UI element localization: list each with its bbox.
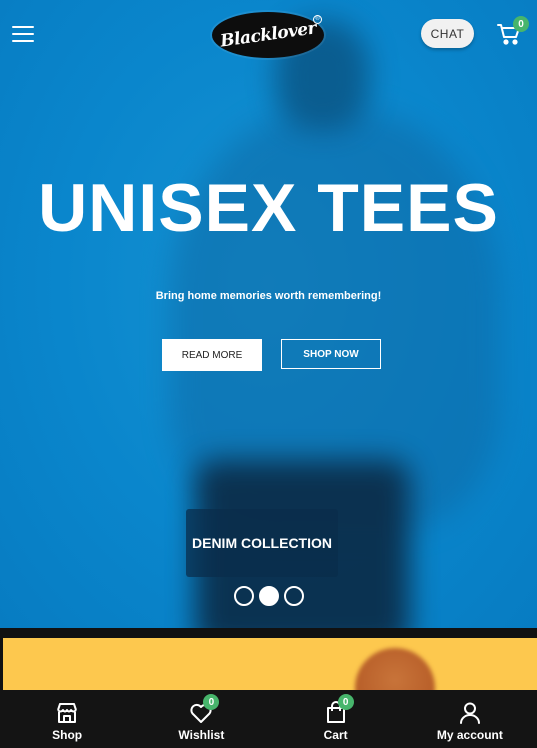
shopping-bag-icon: 0 (323, 694, 354, 726)
nav-item-cart[interactable]: 0 Cart (269, 690, 403, 748)
heart-icon: 0 (188, 694, 220, 726)
nav-item-wishlist[interactable]: 0 Wishlist (134, 690, 268, 748)
hero-title: UNISEX TEES (38, 170, 499, 246)
slider-dot-1[interactable] (234, 586, 254, 606)
store-icon (54, 700, 80, 726)
nav-label-my-account: My account (436, 728, 503, 742)
header-cart-count-badge: 0 (513, 16, 529, 32)
nav-label-cart: Cart (323, 728, 348, 742)
header-cart-button[interactable]: 0 (496, 16, 529, 47)
nav-item-shop[interactable]: Shop (0, 690, 134, 748)
cart-count-badge: 0 (337, 694, 354, 710)
denim-collection-button[interactable]: DENIM COLLECTION (186, 509, 338, 577)
nav-label-shop: Shop (52, 728, 83, 742)
hero-slider: Blacklover ® CHAT 0 UNISEX TEES Bring ho… (0, 0, 537, 628)
hero-subtitle: Bring home memories worth remembering! (155, 290, 382, 302)
chat-button[interactable]: CHAT (421, 19, 474, 48)
secondary-banner-image[interactable] (3, 638, 537, 728)
slider-dot-2[interactable] (259, 586, 279, 606)
slider-pagination (234, 586, 304, 606)
nav-label-wishlist: Wishlist (178, 728, 225, 742)
read-more-button[interactable]: READ MORE (162, 339, 262, 371)
shop-now-button[interactable]: SHOP NOW (281, 339, 381, 369)
brand-logo[interactable]: Blacklover ® (212, 12, 324, 58)
bottom-navigation: Shop 0 Wishlist 0 Cart My account (0, 690, 537, 748)
registered-mark: ® (313, 15, 322, 24)
nav-item-my-account[interactable]: My account (403, 690, 537, 748)
user-icon (457, 700, 483, 726)
logo-text: Blacklover (218, 18, 318, 52)
hamburger-menu-icon[interactable] (12, 24, 34, 42)
wishlist-count-badge: 0 (203, 694, 220, 710)
slider-dot-3[interactable] (284, 586, 304, 606)
secondary-banner (0, 628, 537, 728)
